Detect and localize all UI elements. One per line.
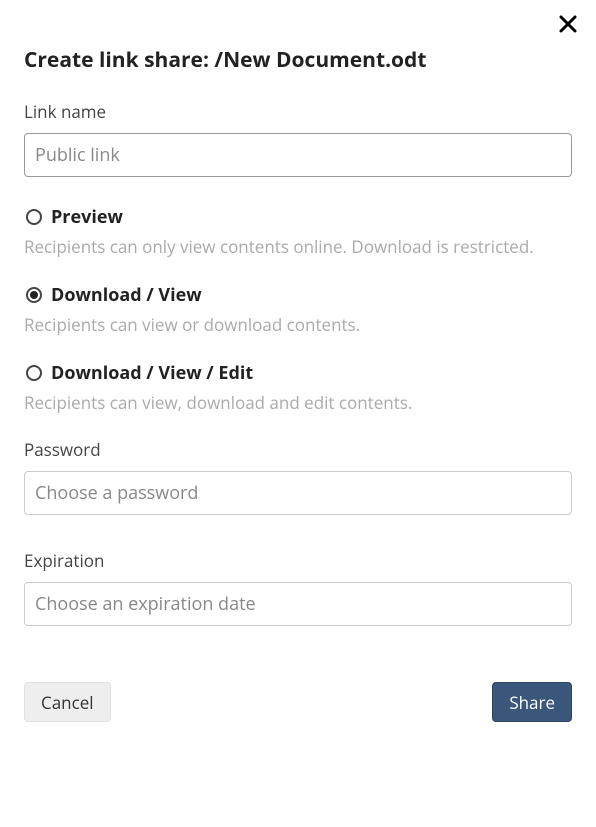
password-label: Password (24, 438, 572, 461)
option-preview-label: Preview (51, 205, 123, 229)
cancel-button[interactable]: Cancel (24, 682, 111, 722)
dialog-title: Create link share: /New Document.odt (24, 46, 572, 74)
link-name-label: Link name (24, 100, 572, 123)
option-download-view-desc: Recipients can view or download contents… (24, 313, 572, 337)
dialog-actions: Cancel Share (24, 682, 572, 722)
expiration-label: Expiration (24, 549, 572, 572)
option-download-view-edit-desc: Recipients can view, download and edit c… (24, 391, 572, 415)
link-name-input[interactable] (24, 133, 572, 177)
option-preview-desc: Recipients can only view contents online… (24, 235, 572, 259)
expiration-input[interactable] (24, 582, 572, 626)
option-download-view-edit[interactable]: Download / View / Edit Recipients can vi… (24, 361, 572, 415)
option-download-view-label: Download / View (51, 283, 202, 307)
option-download-view[interactable]: Download / View Recipients can view or d… (24, 283, 572, 337)
password-input[interactable] (24, 471, 572, 515)
radio-preview[interactable] (26, 209, 42, 225)
close-icon[interactable] (558, 14, 578, 34)
option-download-view-edit-label: Download / View / Edit (51, 361, 253, 385)
share-button[interactable]: Share (492, 682, 572, 722)
radio-download-view[interactable] (26, 287, 42, 303)
permission-options: Preview Recipients can only view content… (24, 205, 572, 414)
radio-download-view-edit[interactable] (26, 365, 42, 381)
option-preview[interactable]: Preview Recipients can only view content… (24, 205, 572, 259)
